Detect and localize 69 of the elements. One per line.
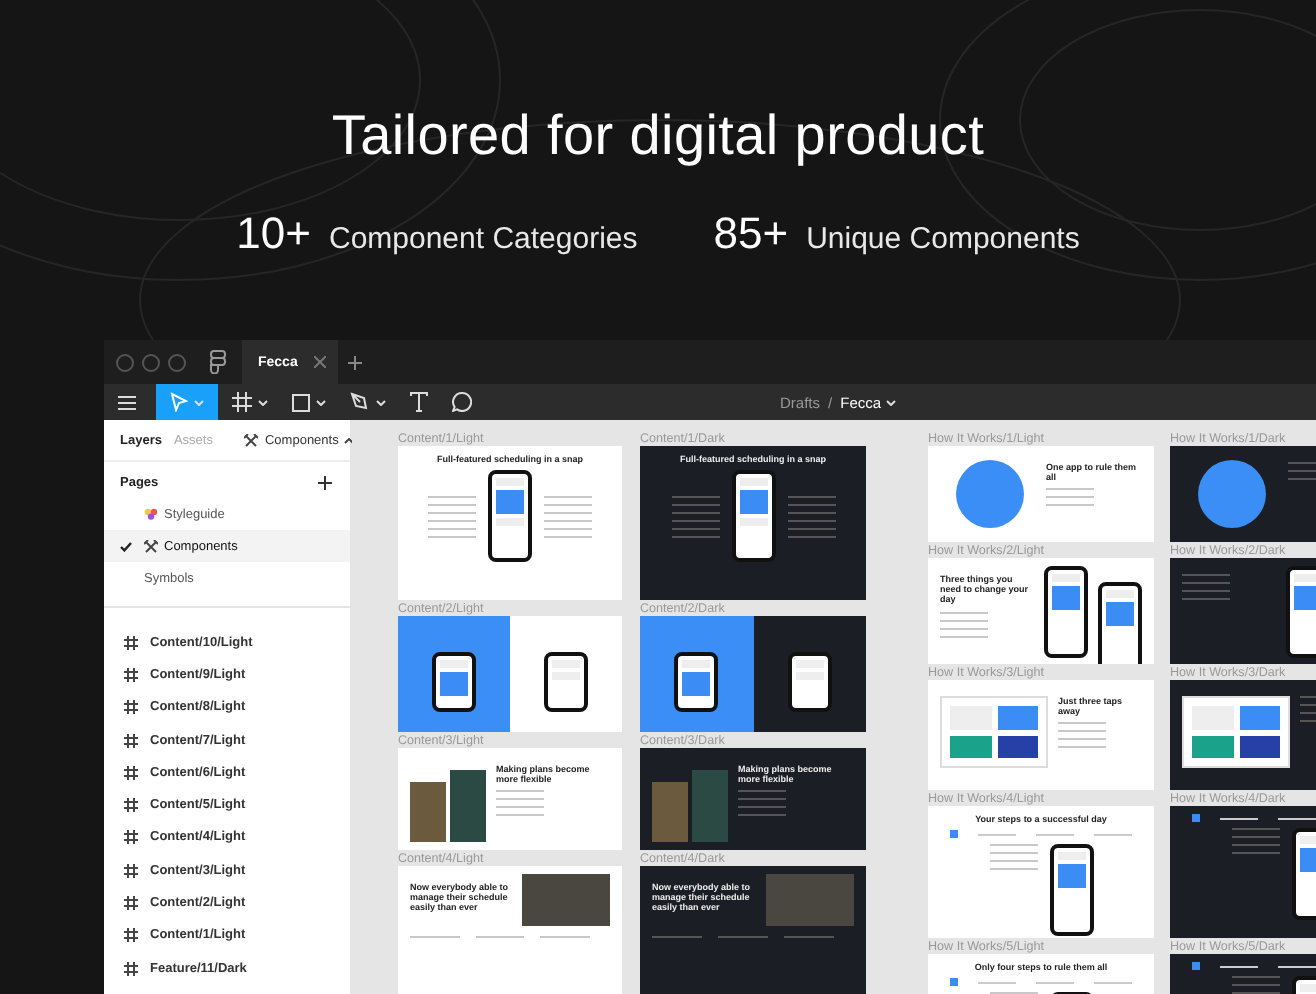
text-lines-drawing [496, 790, 544, 817]
photo-placeholder [766, 874, 854, 926]
hero-title: Tailored for digital product [331, 104, 985, 168]
frame-preview[interactable] [398, 616, 622, 732]
text-lines-drawing [787, 495, 835, 538]
pen-icon [350, 392, 370, 412]
app-logo-icon[interactable] [210, 350, 226, 374]
phone-mockup-drawing [731, 470, 775, 563]
photo-placeholder [450, 770, 486, 842]
text-lines-drawing [989, 844, 1037, 871]
new-tab-icon[interactable] [348, 355, 362, 369]
frame-preview[interactable] [640, 616, 866, 732]
add-icon[interactable] [318, 476, 332, 490]
phone-mockup-drawing [544, 652, 588, 712]
frame-icon [124, 928, 138, 943]
text-lines-drawing [1231, 828, 1279, 854]
stat-value: 85+ [713, 208, 789, 260]
frame-icon [124, 667, 138, 682]
tool-icon [244, 433, 259, 447]
frame-icon [124, 830, 138, 845]
photo-placeholder [410, 782, 446, 842]
stat-value: 10+ [236, 208, 311, 260]
phone-mockup-drawing [432, 652, 476, 712]
caret-icon [258, 399, 268, 405]
phone-mockup-drawing [1044, 566, 1088, 658]
calendar-drawing [1182, 696, 1290, 768]
frame-icon [124, 961, 138, 976]
phone-mockup-drawing [1049, 844, 1093, 937]
text-lines-drawing [738, 790, 786, 817]
caret-icon [194, 399, 204, 405]
frame-icon [232, 392, 252, 412]
frame-icon [124, 733, 138, 748]
close-icon[interactable] [314, 356, 326, 368]
text-lines-drawing [1182, 574, 1230, 600]
palette-icon [144, 508, 158, 520]
phone-mockup-drawing [1098, 582, 1142, 664]
frame-icon [124, 798, 138, 813]
check-icon [120, 541, 132, 551]
text-icon [410, 392, 428, 412]
photo-placeholder [692, 770, 728, 842]
photo-placeholder [956, 460, 1024, 528]
photo-placeholder [652, 782, 688, 842]
caret-icon [885, 399, 896, 405]
frame-icon [124, 896, 138, 911]
stat-label: Unique Components [806, 222, 1080, 256]
comment-icon [452, 392, 472, 412]
text-lines-drawing [671, 495, 719, 538]
menu-icon[interactable] [118, 395, 136, 409]
text-lines-drawing [1058, 722, 1106, 749]
calendar-drawing [940, 696, 1048, 768]
caret-icon [316, 399, 326, 405]
phone-mockup-drawing [674, 652, 719, 712]
text-lines-drawing [428, 495, 476, 538]
frame-icon [124, 863, 138, 878]
rectangle-icon [292, 393, 310, 411]
phone-mockup-drawing [787, 652, 832, 712]
frame-icon [124, 635, 138, 650]
frame-icon [124, 765, 138, 780]
frame-icon [124, 700, 138, 715]
photo-placeholder [1198, 460, 1266, 528]
tool-icon [144, 539, 158, 553]
photo-placeholder [522, 874, 610, 926]
stat-label: Component Categories [328, 222, 638, 256]
phone-mockup-drawing [488, 470, 532, 563]
text-lines-drawing [544, 495, 592, 538]
text-lines-drawing [940, 611, 988, 638]
text-lines-drawing [1046, 488, 1094, 507]
cursor-icon [170, 392, 188, 412]
caret-icon [376, 399, 386, 405]
